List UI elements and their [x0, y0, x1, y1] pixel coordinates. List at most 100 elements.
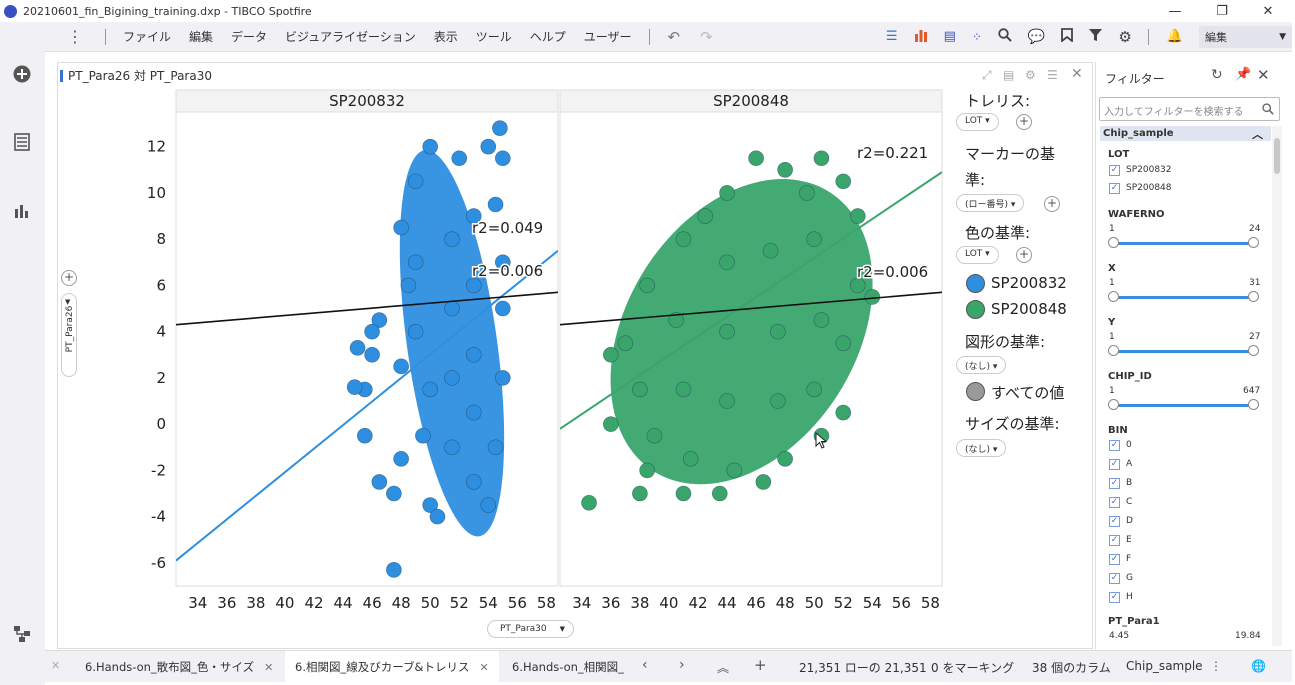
data-point[interactable] — [835, 335, 852, 352]
data-point[interactable] — [646, 427, 663, 444]
data-point[interactable] — [813, 150, 830, 167]
bin-checkbox-c[interactable]: ✓ — [1109, 497, 1120, 508]
data-point[interactable] — [581, 494, 597, 511]
data-point[interactable] — [835, 404, 852, 421]
add-marker-button[interactable]: + — [1044, 196, 1060, 212]
data-point[interactable] — [465, 346, 482, 363]
data-point[interactable] — [480, 138, 497, 155]
size-selector[interactable]: (なし) ▾ — [956, 439, 1007, 457]
data-point[interactable] — [603, 416, 619, 432]
data-point[interactable] — [603, 346, 619, 363]
next-page-icon[interactable]: › — [679, 657, 685, 673]
data-point[interactable] — [346, 379, 363, 395]
data-point[interactable] — [777, 162, 793, 178]
data-point[interactable] — [407, 254, 424, 271]
data-point[interactable] — [806, 381, 822, 398]
data-point[interactable] — [719, 323, 735, 340]
data-point[interactable] — [835, 173, 852, 190]
data-point[interactable] — [495, 150, 511, 167]
close-tab-icon[interactable]: ✕ — [480, 661, 489, 674]
bin-checkbox-d[interactable]: ✓ — [1109, 516, 1120, 527]
marker-selector[interactable]: (ロー番号) ▾ — [956, 194, 1025, 212]
data-point[interactable] — [675, 231, 692, 247]
data-point[interactable] — [371, 474, 388, 490]
page-tab-1[interactable]: 6.Hands-on_散布図_色・サイズ ✕ — [75, 651, 283, 683]
data-point[interactable] — [451, 150, 468, 167]
data-point[interactable] — [719, 254, 735, 271]
bin-checkbox-0[interactable]: ✓ — [1109, 440, 1120, 451]
data-point[interactable] — [806, 231, 822, 247]
data-point[interactable] — [799, 185, 815, 201]
data-point[interactable] — [444, 300, 460, 317]
x-axis-selector[interactable]: PT_Para30 ▼ — [487, 620, 574, 638]
bin-checkbox-h[interactable]: ✓ — [1109, 592, 1120, 603]
bin-checkbox-a[interactable]: ✓ — [1109, 459, 1120, 470]
data-point[interactable] — [386, 562, 402, 578]
data-point[interactable] — [632, 485, 648, 502]
data-point[interactable] — [864, 289, 881, 305]
trellis-selector[interactable]: LOT ▾ — [956, 113, 999, 131]
filter-search-input[interactable]: 入力してフィルターを検索する — [1099, 97, 1280, 121]
data-point[interactable] — [675, 381, 692, 398]
add-color-button[interactable]: + — [1016, 247, 1032, 263]
data-point[interactable] — [675, 485, 692, 502]
shape-selector[interactable]: (なし) ▾ — [956, 356, 1007, 374]
close-tab-icon[interactable]: ✕ — [264, 661, 273, 674]
data-point[interactable] — [632, 381, 648, 398]
page-list-icon[interactable]: ︽ — [717, 659, 729, 676]
legend-item-sp200832[interactable]: SP200832 — [991, 274, 1067, 292]
data-point[interactable] — [762, 242, 779, 259]
data-point[interactable] — [492, 120, 508, 136]
bin-checkbox-f[interactable]: ✓ — [1109, 554, 1120, 565]
data-point[interactable] — [639, 462, 655, 479]
data-point[interactable] — [422, 138, 438, 155]
data-point[interactable] — [407, 173, 424, 190]
data-point[interactable] — [386, 485, 402, 502]
data-point[interactable] — [480, 497, 497, 513]
waferno-min-handle[interactable] — [1108, 237, 1119, 248]
x-min-handle[interactable] — [1108, 291, 1119, 302]
page-tab-3[interactable]: 6.Hands-on_相関図_線 — [502, 651, 624, 683]
add-page-icon[interactable]: + — [754, 656, 767, 674]
data-point[interactable] — [393, 219, 409, 236]
data-point[interactable] — [726, 462, 743, 479]
data-point[interactable] — [697, 208, 714, 224]
prev-page-icon[interactable]: ‹ — [642, 657, 648, 673]
legend-color-swatch-sp200848[interactable] — [966, 300, 985, 319]
data-point[interactable] — [465, 404, 482, 421]
data-point[interactable] — [719, 393, 735, 409]
data-point[interactable] — [711, 485, 728, 502]
data-point[interactable] — [357, 427, 373, 444]
y-slider[interactable] — [1113, 350, 1254, 353]
data-point[interactable] — [719, 185, 735, 201]
legend-item-sp200848[interactable]: SP200848 — [991, 300, 1067, 318]
data-point[interactable] — [444, 231, 460, 247]
color-selector[interactable]: LOT ▾ — [956, 246, 999, 264]
data-point[interactable] — [444, 370, 460, 386]
data-point[interactable] — [444, 439, 460, 456]
tab-scroll-close-icon[interactable]: ✕ — [51, 659, 60, 672]
data-point[interactable] — [422, 381, 438, 398]
data-point[interactable] — [777, 451, 793, 467]
y-max-handle[interactable] — [1248, 345, 1259, 356]
data-point[interactable] — [349, 340, 366, 356]
bin-checkbox-b[interactable]: ✓ — [1109, 478, 1120, 489]
data-point[interactable] — [364, 346, 380, 363]
data-point[interactable] — [393, 358, 409, 375]
filters-scroll-thumb[interactable] — [1274, 138, 1280, 174]
data-point[interactable] — [617, 335, 634, 352]
waferno-slider[interactable] — [1113, 242, 1254, 245]
data-point[interactable] — [682, 451, 699, 467]
data-point[interactable] — [487, 196, 504, 213]
x-slider[interactable] — [1113, 296, 1254, 299]
refresh-icon[interactable]: ↻ — [1211, 67, 1223, 83]
data-point[interactable] — [487, 439, 504, 456]
data-point[interactable] — [465, 474, 482, 490]
data-point[interactable] — [748, 150, 764, 167]
y-min-handle[interactable] — [1108, 345, 1119, 356]
data-point[interactable] — [813, 312, 830, 328]
status-menu-icon[interactable]: ⋮ — [1210, 659, 1222, 673]
lot-checkbox-sp200848[interactable]: ✓ — [1109, 183, 1120, 194]
data-point[interactable] — [770, 393, 786, 409]
data-point[interactable] — [849, 208, 866, 224]
